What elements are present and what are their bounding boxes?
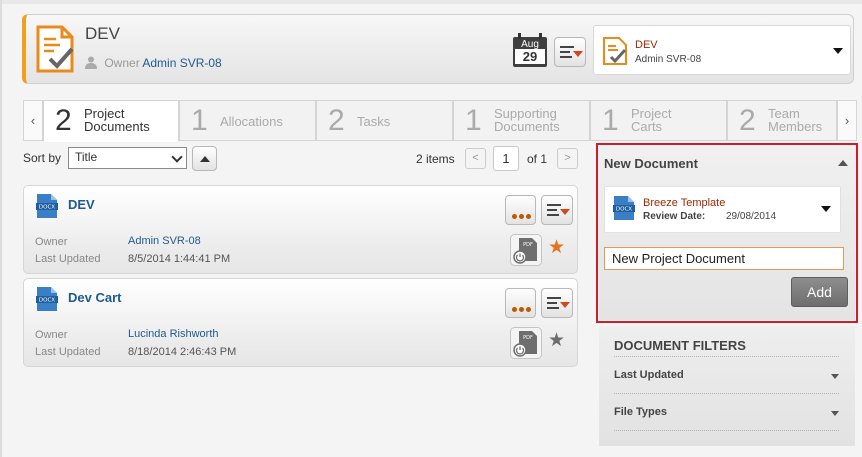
svg-text:DOCX: DOCX (39, 205, 55, 211)
project-owner: Owner Admin SVR-08 (85, 56, 222, 70)
tab-count: 1 (465, 104, 482, 137)
owner-label: Owner (35, 329, 68, 341)
tab-label: Tasks (357, 114, 391, 129)
more-actions-button[interactable] (505, 288, 536, 318)
svg-text:PDF: PDF (523, 335, 533, 341)
sort-select[interactable]: Title (68, 147, 187, 169)
tab-tasks[interactable]: 2 Tasks (316, 100, 453, 141)
document-menu-button[interactable] (541, 288, 573, 318)
chevron-down-icon (171, 151, 183, 163)
dropdown-arrow-icon (560, 302, 570, 308)
tab-count: 1 (191, 104, 208, 137)
tab-team-members[interactable]: 2 Team Members (727, 100, 837, 141)
list-menu-icon (547, 297, 561, 312)
calendar-icon[interactable]: Aug 29 (513, 33, 547, 67)
filter-last-updated[interactable]: Last Updated (614, 366, 841, 386)
page-prev-button[interactable]: < (465, 148, 486, 169)
sort-value: Title (75, 150, 98, 164)
document-menu-button[interactable] (541, 195, 573, 225)
project-selector[interactable]: DEV Admin SVR-08 (593, 25, 851, 75)
divider (614, 430, 839, 431)
filter-file-types[interactable]: File Types (614, 403, 841, 423)
chevron-down-icon (831, 374, 839, 379)
last-updated-value: 8/5/2014 1:44:41 PM (128, 253, 231, 265)
document-title[interactable]: DEV (68, 197, 95, 212)
more-actions-button[interactable] (505, 195, 536, 225)
chevron-down-icon (833, 48, 843, 54)
last-updated-label: Last Updated (35, 253, 101, 265)
divider (614, 393, 839, 394)
tab-label: Team Members (768, 106, 823, 134)
tab-label: Project Carts (631, 106, 672, 134)
user-icon (85, 56, 97, 69)
tab-label: Project Documents (84, 106, 150, 134)
dropdown-arrow-icon (560, 209, 570, 215)
favorite-star-icon[interactable]: ★ (548, 238, 565, 257)
dropdown-arrow-icon (573, 51, 583, 57)
sort-direction-button[interactable] (192, 146, 217, 171)
document-filters-panel: DOCUMENT FILTERS Last Updated File Types (599, 326, 855, 446)
owner-label: Owner (35, 236, 68, 248)
project-selector-owner: Admin SVR-08 (635, 54, 702, 65)
project-document-icon (603, 37, 627, 65)
tab-count: 1 (602, 104, 619, 137)
favorite-star-icon[interactable]: ★ (548, 331, 565, 350)
tab-count: 2 (328, 104, 345, 137)
project-document-icon (36, 25, 74, 73)
more-dots-icon (512, 301, 533, 315)
filters-heading: DOCUMENT FILTERS (614, 338, 746, 353)
list-menu-icon (560, 46, 574, 61)
list-menu-icon (547, 204, 561, 219)
tab-allocations[interactable]: 1 Allocations (179, 100, 316, 141)
document-card[interactable]: DOCX Dev Cart Owner Lucinda Rishworth La… (23, 278, 578, 367)
owner-link[interactable]: Admin SVR-08 (142, 56, 221, 70)
svg-text:DOCX: DOCX (39, 298, 55, 304)
highlight-outline (596, 143, 858, 323)
divider (614, 356, 839, 357)
project-title: DEV (85, 24, 120, 43)
project-header: DEV Owner Admin SVR-08 Aug 29 DEV Admin … (22, 14, 854, 84)
top-edge (0, 0, 862, 4)
left-edge (0, 0, 2, 457)
tabs-prev-button[interactable]: ‹ (23, 100, 43, 141)
svg-text:PDF: PDF (523, 242, 533, 248)
more-dots-icon (512, 208, 533, 222)
page-total: of 1 (527, 152, 548, 166)
pdf-export-icon[interactable]: PDF (510, 234, 542, 266)
tab-project-documents[interactable]: 2 Project Documents (43, 100, 179, 142)
sort-ascending-icon (200, 156, 210, 162)
last-updated-label: Last Updated (35, 346, 101, 358)
filter-label: File Types (614, 406, 667, 418)
tab-project-carts[interactable]: 1 Project Carts (590, 100, 727, 141)
header-menu-button[interactable] (554, 37, 586, 67)
tab-count: 2 (55, 104, 72, 137)
docx-file-icon: DOCX (36, 194, 58, 218)
owner-link[interactable]: Admin SVR-08 (128, 235, 201, 247)
tab-count: 2 (739, 104, 756, 137)
calendar-day: 29 (515, 49, 545, 64)
last-updated-value: 8/18/2014 2:46:43 PM (128, 346, 237, 358)
pdf-export-icon[interactable]: PDF (510, 327, 542, 359)
tab-label: Allocations (220, 114, 283, 129)
chevron-down-icon (831, 411, 839, 416)
document-title[interactable]: Dev Cart (68, 290, 121, 305)
page-next-button[interactable]: > (557, 148, 578, 169)
owner-label: Owner (104, 56, 140, 70)
tabs-next-button[interactable]: › (837, 100, 857, 141)
tab-label: Supporting Documents (494, 106, 560, 134)
tab-supporting-documents[interactable]: 1 Supporting Documents (453, 100, 590, 141)
document-card[interactable]: DOCX DEV Owner Admin SVR-08 Last Updated… (23, 185, 578, 274)
page-number-input[interactable]: 1 (493, 146, 519, 171)
sort-label: Sort by (23, 151, 62, 165)
owner-link[interactable]: Lucinda Rishworth (128, 328, 219, 340)
filter-label: Last Updated (614, 369, 684, 381)
project-selector-name: DEV (635, 39, 658, 51)
items-count: 2 items (416, 152, 455, 166)
docx-file-icon: DOCX (36, 287, 58, 311)
